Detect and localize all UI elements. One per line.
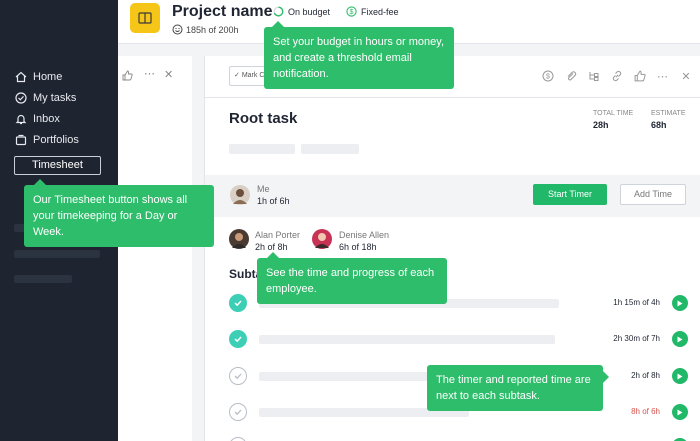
subtask-title-placeholder xyxy=(259,335,555,344)
subtask-time: 8h of 6h xyxy=(631,407,660,416)
timer-tooltip-text: The timer and reported time are next to … xyxy=(436,374,591,402)
avatar xyxy=(230,185,250,205)
avatar xyxy=(312,229,332,249)
task-list-panel: ⋯ ✕ xyxy=(118,56,192,441)
sidebar-item-label: Portfolios xyxy=(33,133,79,146)
estimate-label: ESTIMATE xyxy=(651,110,686,117)
thumbs-up-icon[interactable] xyxy=(122,70,133,84)
more-icon[interactable]: ⋯ xyxy=(144,67,156,80)
sidebar-nav: Home My tasks Inbox Portfolios xyxy=(14,66,79,150)
total-time-value: 28h xyxy=(593,120,609,130)
person-time: 1h of 6h xyxy=(257,196,290,206)
sidebar-item-label: Home xyxy=(33,70,63,83)
subtask-time: 2h of 8h xyxy=(631,371,660,380)
attachment-icon[interactable] xyxy=(564,69,578,83)
sidebar-item-label: My tasks xyxy=(33,91,77,104)
bell-icon xyxy=(14,112,27,125)
project-icon xyxy=(130,3,160,33)
task-title: Root task xyxy=(229,110,298,127)
budget-tooltip-text: Set your budget in hours or money, and c… xyxy=(273,36,445,80)
person-name: Me xyxy=(257,184,270,194)
person-name: Denise Allen xyxy=(339,230,390,240)
play-timer-button[interactable] xyxy=(672,404,688,420)
estimate-value: 68h xyxy=(651,120,667,130)
employee-tooltip-text: See the time and progress of each employ… xyxy=(266,267,435,295)
dollar-icon[interactable]: $ xyxy=(541,69,555,83)
subtask-checkbox[interactable] xyxy=(229,437,247,441)
billing-type-text: Fixed-fee xyxy=(361,6,399,17)
folders-icon xyxy=(14,133,27,146)
budget-usage-text: 185h of 200h xyxy=(186,24,239,35)
sidebar-placeholder xyxy=(14,275,72,283)
timesheet-button[interactable]: Timesheet xyxy=(14,156,101,175)
subtask-checkbox[interactable] xyxy=(229,294,247,312)
person-name: Alan Porter xyxy=(255,230,301,240)
tag-placeholder xyxy=(301,144,359,154)
close-icon[interactable]: ✕ xyxy=(679,69,693,83)
person-time: 6h of 18h xyxy=(339,242,377,252)
timesheet-tooltip-text: Our Timesheet button shows all your time… xyxy=(33,194,188,238)
start-timer-button[interactable]: Start Timer xyxy=(533,184,607,205)
clock-smile-icon xyxy=(172,24,183,35)
play-timer-button[interactable] xyxy=(672,368,688,384)
thumbs-up-icon[interactable] xyxy=(633,69,647,83)
check-circle-icon xyxy=(14,91,27,104)
employee-tooltip: See the time and progress of each employ… xyxy=(257,252,447,304)
project-title: Project name xyxy=(172,3,273,20)
budget-status-text: On budget xyxy=(288,6,331,17)
subtask-time: 2h 30m of 7h xyxy=(613,334,660,343)
sidebar-item-portfolios[interactable]: Portfolios xyxy=(14,129,79,150)
subtask-checkbox[interactable] xyxy=(229,330,247,348)
sidebar-placeholder xyxy=(14,250,100,258)
timesheet-tooltip: Our Timesheet button shows all your time… xyxy=(24,179,214,247)
close-icon[interactable]: ✕ xyxy=(164,68,173,81)
subtask-time: 1h 15m of 4h xyxy=(613,298,660,307)
timer-tooltip: The timer and reported time are next to … xyxy=(427,365,609,411)
total-time-label: TOTAL TIME xyxy=(593,110,634,117)
sidebar-item-my-tasks[interactable]: My tasks xyxy=(14,87,79,108)
subtask-checkbox[interactable] xyxy=(229,403,247,421)
home-icon xyxy=(14,70,27,83)
billing-type-badge[interactable]: $ Fixed-fee xyxy=(346,6,399,17)
play-timer-button[interactable] xyxy=(672,331,688,347)
sidebar-item-label: Inbox xyxy=(33,112,60,125)
dollar-icon: $ xyxy=(346,6,357,17)
subtask-icon[interactable] xyxy=(587,69,601,83)
svg-text:$: $ xyxy=(350,9,354,16)
more-icon[interactable]: ⋯ xyxy=(656,69,670,83)
add-time-button[interactable]: Add Time xyxy=(620,184,686,205)
sidebar-item-inbox[interactable]: Inbox xyxy=(14,108,79,129)
total-time-stat: TOTAL TIME 28h xyxy=(593,110,633,130)
svg-text:$: $ xyxy=(546,74,550,81)
toolbar-icons: $ ⋯ ✕ xyxy=(541,69,693,83)
play-timer-button[interactable] xyxy=(672,295,688,311)
subtask-checkbox[interactable] xyxy=(229,367,247,385)
mark-complete-label: Mark C xyxy=(241,72,265,79)
link-icon[interactable] xyxy=(610,69,624,83)
sidebar-item-home[interactable]: Home xyxy=(14,66,79,87)
budget-usage: 185h of 200h xyxy=(172,24,239,35)
tag-placeholder xyxy=(229,144,295,154)
budget-tooltip: Set your budget in hours or money, and c… xyxy=(264,21,454,89)
estimate-stat: ESTIMATE 68h xyxy=(651,110,685,130)
avatar xyxy=(229,229,249,249)
